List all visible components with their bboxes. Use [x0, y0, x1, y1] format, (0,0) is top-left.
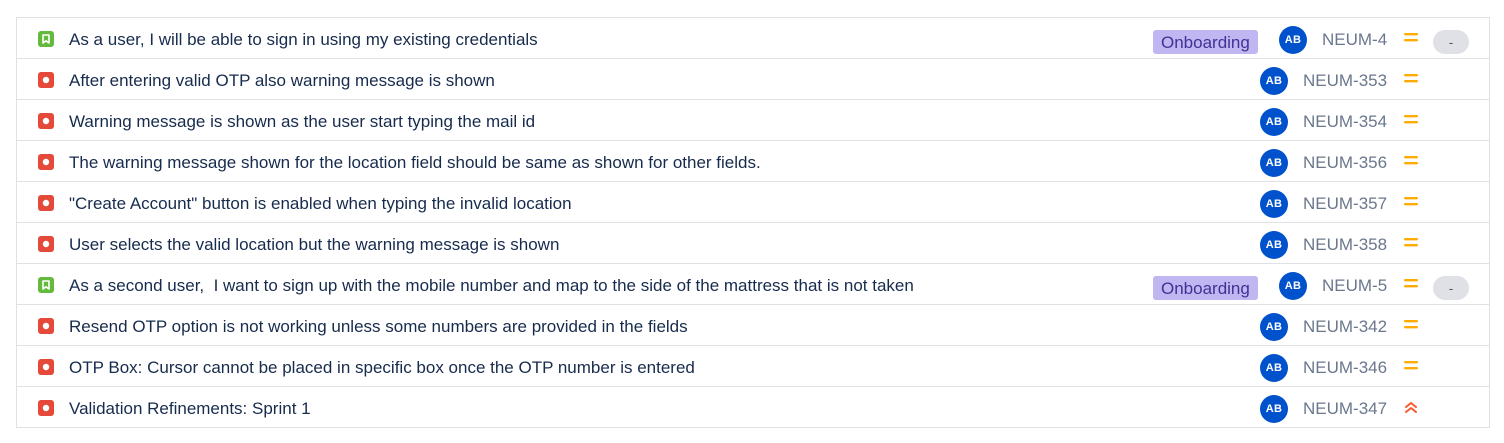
- assignee-avatar[interactable]: AB: [1260, 313, 1288, 341]
- priority-medium-icon: [1403, 153, 1419, 169]
- issue-key[interactable]: NEUM-356: [1303, 141, 1387, 181]
- story-icon: [38, 277, 54, 293]
- issue-key[interactable]: NEUM-357: [1303, 182, 1387, 222]
- issue-summary[interactable]: After entering valid OTP also warning me…: [69, 59, 495, 99]
- issue-row[interactable]: The warning message shown for the locati…: [17, 141, 1489, 182]
- issue-row[interactable]: OTP Box: Cursor cannot be placed in spec…: [17, 346, 1489, 387]
- bug-icon: [38, 318, 54, 334]
- issue-row[interactable]: User selects the valid location but the …: [17, 223, 1489, 264]
- issue-summary[interactable]: "Create Account" button is enabled when …: [69, 182, 572, 222]
- epic-label[interactable]: Onboarding: [1153, 30, 1258, 54]
- issue-list: As a user, I will be able to sign in usi…: [16, 17, 1490, 428]
- issue-key[interactable]: NEUM-358: [1303, 223, 1387, 263]
- bug-icon: [38, 113, 54, 129]
- status-lozenge[interactable]: -: [1433, 276, 1469, 300]
- bug-icon: [38, 400, 54, 416]
- assignee-avatar[interactable]: AB: [1279, 272, 1307, 300]
- issue-row[interactable]: Resend OTP option is not working unless …: [17, 305, 1489, 346]
- priority-medium-icon: [1403, 358, 1419, 374]
- issue-key[interactable]: NEUM-346: [1303, 346, 1387, 386]
- assignee-avatar[interactable]: AB: [1260, 395, 1288, 423]
- issue-row[interactable]: After entering valid OTP also warning me…: [17, 59, 1489, 100]
- issue-summary[interactable]: Resend OTP option is not working unless …: [69, 305, 688, 345]
- issue-summary[interactable]: Validation Refinements: Sprint 1: [69, 387, 311, 427]
- bug-icon: [38, 72, 54, 88]
- issue-key[interactable]: NEUM-347: [1303, 387, 1387, 427]
- issue-summary[interactable]: As a second user, I want to sign up with…: [69, 264, 914, 304]
- bug-icon: [38, 195, 54, 211]
- issue-summary[interactable]: Warning message is shown as the user sta…: [69, 100, 535, 140]
- assignee-avatar[interactable]: AB: [1260, 67, 1288, 95]
- issue-key[interactable]: NEUM-354: [1303, 100, 1387, 140]
- priority-highest-icon: [1403, 399, 1419, 415]
- issue-summary[interactable]: OTP Box: Cursor cannot be placed in spec…: [69, 346, 695, 386]
- issue-row[interactable]: As a user, I will be able to sign in usi…: [17, 18, 1489, 59]
- issue-summary[interactable]: The warning message shown for the locati…: [69, 141, 761, 181]
- issue-row[interactable]: As a second user, I want to sign up with…: [17, 264, 1489, 305]
- priority-medium-icon: [1403, 235, 1419, 251]
- priority-medium-icon: [1403, 112, 1419, 128]
- priority-medium-icon: [1403, 317, 1419, 333]
- priority-medium-icon: [1403, 30, 1419, 46]
- issue-row[interactable]: Validation Refinements: Sprint 1 AB NEUM-3…: [17, 387, 1489, 428]
- assignee-avatar[interactable]: AB: [1260, 108, 1288, 136]
- assignee-avatar[interactable]: AB: [1279, 26, 1307, 54]
- issue-summary[interactable]: User selects the valid location but the …: [69, 223, 559, 263]
- priority-medium-icon: [1403, 71, 1419, 87]
- issue-key[interactable]: NEUM-342: [1303, 305, 1387, 345]
- bug-icon: [38, 359, 54, 375]
- epic-label[interactable]: Onboarding: [1153, 276, 1258, 300]
- status-lozenge[interactable]: -: [1433, 30, 1469, 54]
- assignee-avatar[interactable]: AB: [1260, 231, 1288, 259]
- priority-medium-icon: [1403, 194, 1419, 210]
- issue-summary[interactable]: As a user, I will be able to sign in usi…: [69, 18, 538, 58]
- bug-icon: [38, 236, 54, 252]
- assignee-avatar[interactable]: AB: [1260, 354, 1288, 382]
- issue-key[interactable]: NEUM-5: [1322, 264, 1387, 304]
- issue-key[interactable]: NEUM-4: [1322, 18, 1387, 58]
- issue-key[interactable]: NEUM-353: [1303, 59, 1387, 99]
- bug-icon: [38, 154, 54, 170]
- issue-row[interactable]: "Create Account" button is enabled when …: [17, 182, 1489, 223]
- assignee-avatar[interactable]: AB: [1260, 149, 1288, 177]
- story-icon: [38, 31, 54, 47]
- priority-medium-icon: [1403, 276, 1419, 292]
- assignee-avatar[interactable]: AB: [1260, 190, 1288, 218]
- issue-row[interactable]: Warning message is shown as the user sta…: [17, 100, 1489, 141]
